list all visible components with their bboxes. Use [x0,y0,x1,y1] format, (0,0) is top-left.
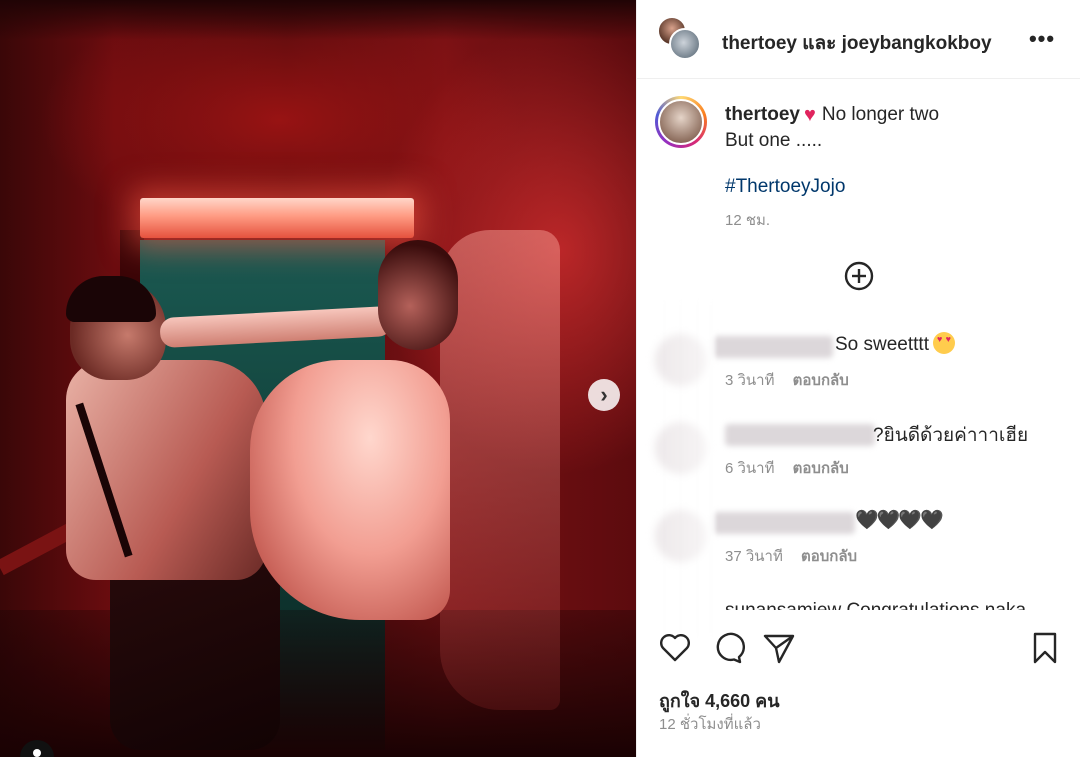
heart-icon[interactable] [657,630,693,666]
collab-avatars[interactable] [657,16,705,64]
comment-time: 6 วินาที [725,460,775,477]
blurred-username[interactable] [725,424,875,446]
photo-woman-head [378,240,458,350]
comment-text: So sweetttt [835,332,955,356]
reply-button[interactable]: ตอบกลับ [801,548,857,565]
red-heart-emoji-icon: ♥ [803,104,816,126]
caption-text: thertoey ♥ No longer two But one ..... [725,102,1055,153]
likes-count[interactable]: ถูกใจ 4,660 คน [659,686,780,715]
reply-button[interactable]: ตอบกลับ [793,372,849,389]
comment-time: 37 วินาที [725,548,783,565]
caption-avatar[interactable] [655,96,707,148]
caption-line-2: But one ..... [725,130,823,151]
photo-woman-dress [250,360,450,620]
next-photo-button[interactable]: › [588,379,620,411]
post-timestamp[interactable]: 12 ชั่วโมงที่แล้ว [659,712,761,736]
caption-line-1: No longer two [821,104,940,125]
comment-meta: 37 วินาที ตอบกลับ [725,544,871,568]
photo-veil [440,230,560,710]
send-icon[interactable] [761,630,797,666]
comment-meta: 6 วินาที ตอบกลับ [725,456,863,480]
avatar [669,28,701,60]
reply-button[interactable]: ตอบกลับ [793,460,849,477]
photo-wall [0,0,636,40]
comment-icon[interactable] [709,630,745,666]
plus-circle-icon[interactable] [843,260,875,292]
action-bar [637,630,1080,670]
heart-eyes-emoji-icon [933,332,955,354]
post-side-panel: thertoey และ joeybangkokboy ••• thertoey… [636,0,1080,757]
bookmark-icon[interactable] [1027,630,1063,666]
comment-text: ?ยินดีด้วยค่าาาเฮีย [873,425,1029,446]
partial-comment-text: sunansamiew Congratulations naka [725,600,1027,621]
comment-avatars-blur [649,300,715,638]
post-header: thertoey และ joeybangkokboy ••• [637,0,1080,79]
comment-time: 3 วินาที [725,372,775,389]
post-photo[interactable] [0,0,636,757]
comments-list[interactable]: thertoey ♥ No longer two But one ..... #Th… [637,80,1080,638]
blurred-username[interactable] [713,336,833,358]
comment-meta: 3 วินาที ตอบกลับ [725,368,863,392]
caption-hashtag[interactable]: #ThertoeyJojo [725,176,845,198]
photo-lamp [140,198,414,238]
post-authors[interactable]: thertoey และ joeybangkokboy [722,28,992,58]
avatar [658,99,704,145]
comment-text: 🖤🖤🖤🖤 [855,510,944,531]
more-horizontal-icon[interactable]: ••• [1027,24,1057,54]
chevron-right-icon: › [600,382,608,407]
caption-time: 12 ชม. [725,212,771,229]
blurred-username[interactable] [713,512,855,534]
caption-username[interactable]: thertoey [725,104,800,125]
